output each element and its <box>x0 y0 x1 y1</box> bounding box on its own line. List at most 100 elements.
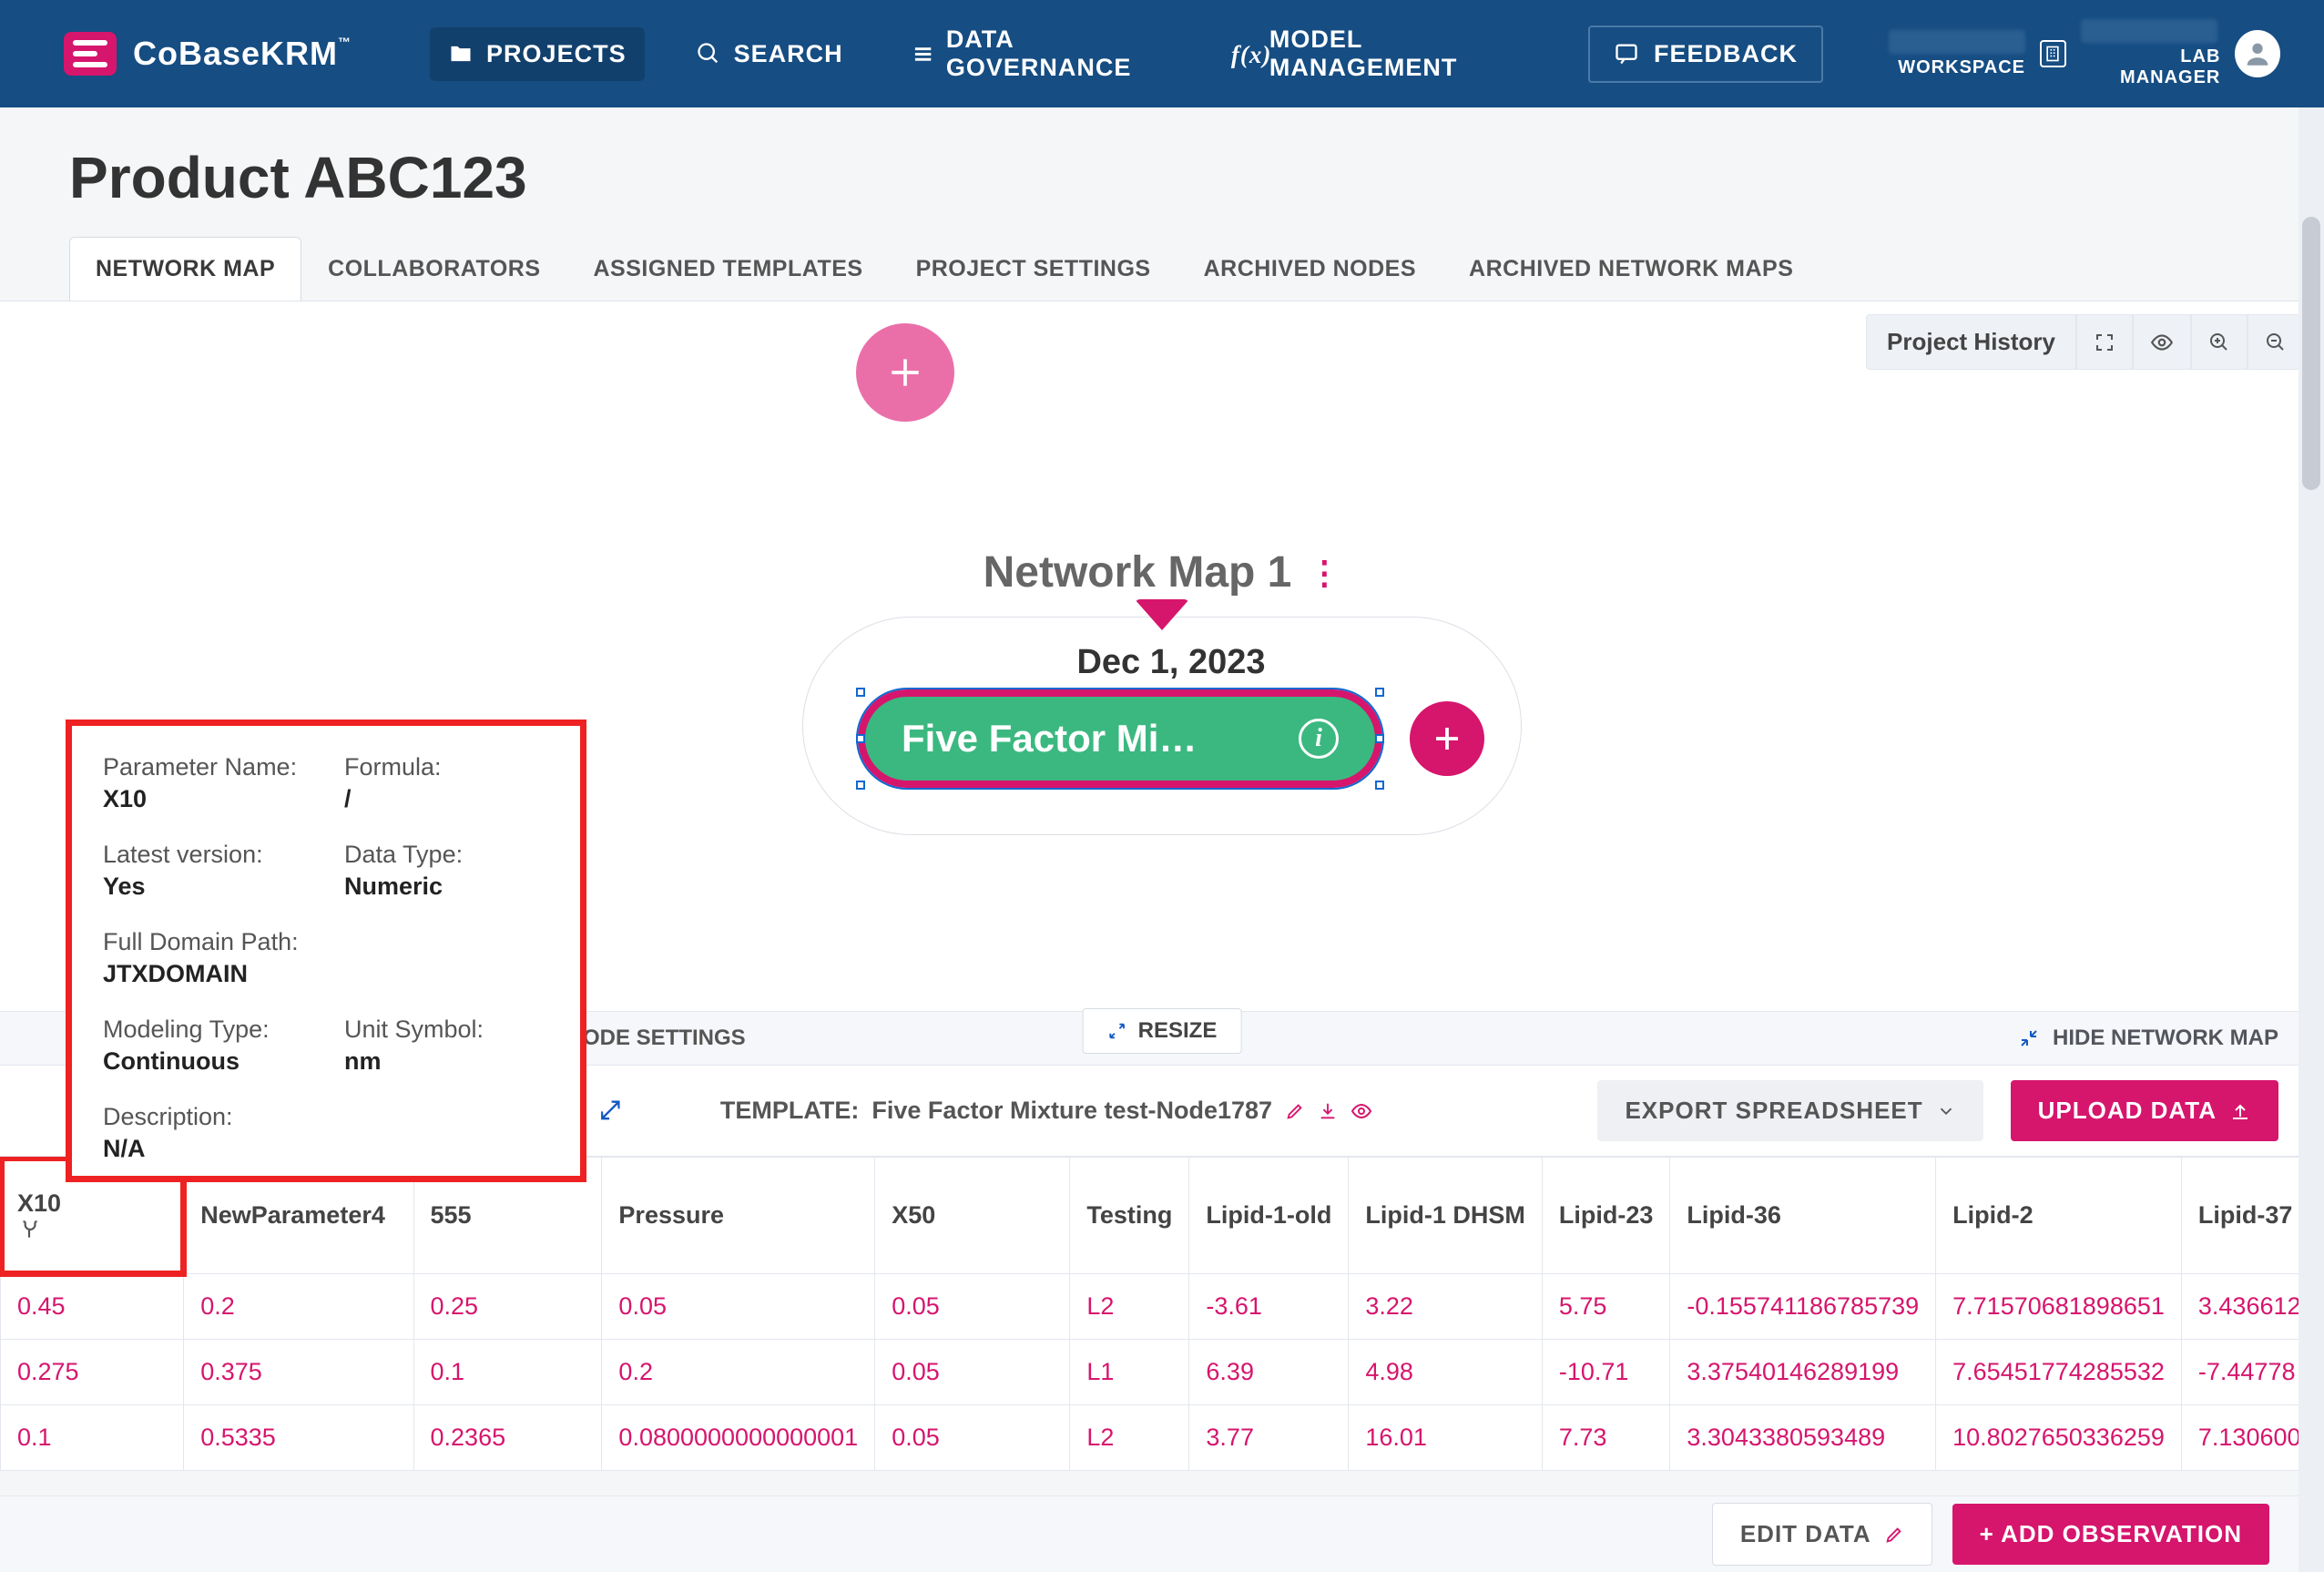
column-header[interactable]: Lipid-2 <box>1936 1158 2182 1274</box>
table-cell[interactable]: 0.5335 <box>184 1405 413 1471</box>
selection-handle[interactable] <box>1375 688 1384 697</box>
table-row[interactable]: 0.2750.3750.10.20.05L16.394.98-10.713.37… <box>1 1340 2324 1405</box>
tooltip-latest-label: Latest version: <box>103 841 308 869</box>
table-cell[interactable]: 0.05 <box>875 1274 1070 1340</box>
visibility-button[interactable] <box>2133 314 2191 370</box>
table-cell[interactable]: 0.25 <box>413 1274 602 1340</box>
selection-handle[interactable] <box>1375 734 1384 743</box>
tooltip-param-name-label: Parameter Name: <box>103 753 308 781</box>
table-cell[interactable]: 3.37540146289199 <box>1670 1340 1936 1405</box>
upload-data-button[interactable]: UPLOAD DATA <box>2011 1080 2278 1141</box>
add-observation-button[interactable]: + ADD OBSERVATION <box>1952 1504 2269 1565</box>
fullscreen-button[interactable] <box>2076 314 2133 370</box>
column-header[interactable]: X50 <box>875 1158 1070 1274</box>
info-icon[interactable]: i <box>1299 719 1339 759</box>
export-spreadsheet-button[interactable]: EXPORT SPREADSHEET <box>1597 1080 1983 1141</box>
nav-search[interactable]: SEARCH <box>678 27 861 81</box>
page-header: Product ABC123 NETWORK MAP COLLABORATORS… <box>0 107 2324 301</box>
edit-template-icon[interactable] <box>1285 1101 1305 1121</box>
building-icon[interactable] <box>2040 40 2066 67</box>
tab-project-settings[interactable]: PROJECT SETTINGS <box>890 237 1177 301</box>
table-cell[interactable]: 3.77 <box>1189 1405 1349 1471</box>
table-cell[interactable]: 0.1 <box>1 1405 184 1471</box>
column-header[interactable]: Lipid-1 DHSM <box>1349 1158 1543 1274</box>
selection-handle[interactable] <box>856 781 865 790</box>
table-cell[interactable]: L2 <box>1070 1274 1189 1340</box>
column-header[interactable]: Lipid-36 <box>1670 1158 1936 1274</box>
table-cell[interactable]: -0.155741186785739 <box>1670 1274 1936 1340</box>
workspace-name-redacted <box>1889 30 2025 54</box>
nav-data-governance[interactable]: DATA GOVERNANCE <box>894 13 1180 95</box>
table-cell[interactable]: 0.1 <box>413 1340 602 1405</box>
avatar[interactable] <box>2235 30 2280 77</box>
column-header[interactable]: Lipid-23 <box>1542 1158 1670 1274</box>
table-cell[interactable]: 4.98 <box>1349 1340 1543 1405</box>
table-cell[interactable]: 6.39 <box>1189 1340 1349 1405</box>
add-node-floating-button[interactable] <box>856 323 954 422</box>
table-row[interactable]: 0.10.53350.23650.08000000000000010.05L23… <box>1 1405 2324 1471</box>
table-cell[interactable]: 7.6545177428553​2 <box>1936 1340 2182 1405</box>
column-header[interactable]: Pressure <box>602 1158 875 1274</box>
table-cell[interactable]: L2 <box>1070 1405 1189 1471</box>
app-logo[interactable]: CoBaseKRM™ <box>64 32 352 76</box>
network-map-title: Network Map 1 ⋮ <box>984 547 1341 597</box>
download-template-icon[interactable] <box>1318 1101 1338 1121</box>
nav-projects[interactable]: PROJECTS <box>430 27 645 81</box>
map-menu-button[interactable]: ⋮ <box>1308 554 1340 592</box>
table-cell[interactable]: 0.05 <box>875 1340 1070 1405</box>
table-cell[interactable]: 0.375 <box>184 1340 413 1405</box>
table-cell[interactable]: -3.61 <box>1189 1274 1349 1340</box>
nav-model-management[interactable]: f(x) MODEL MANAGEMENT <box>1213 13 1523 95</box>
view-template-icon[interactable] <box>1351 1100 1372 1122</box>
expand-icon[interactable]: ⤢ <box>600 1096 620 1126</box>
table-cell[interactable]: 0.0800000000000001 <box>602 1405 875 1471</box>
table-cell[interactable]: 10.8027650336259 <box>1936 1405 2182 1471</box>
node-pill[interactable]: Five Factor Mi… i <box>858 689 1382 788</box>
folder-icon <box>448 41 474 66</box>
project-tabs: NETWORK MAP COLLABORATORS ASSIGNED TEMPL… <box>69 237 2255 301</box>
tab-collaborators[interactable]: COLLABORATORS <box>301 237 566 301</box>
table-cell[interactable]: 7.71570681898651 <box>1936 1274 2182 1340</box>
parameter-tooltip: Parameter Name:X10 Formula:/ Latest vers… <box>66 720 586 1182</box>
column-header[interactable]: Lipid-1-old <box>1189 1158 1349 1274</box>
selection-handle[interactable] <box>856 734 865 743</box>
tab-archived-maps[interactable]: ARCHIVED NETWORK MAPS <box>1442 237 1819 301</box>
table-cell[interactable]: 0.05 <box>602 1274 875 1340</box>
table-cell[interactable]: 7.73 <box>1542 1405 1670 1471</box>
resize-button[interactable]: RESIZE <box>1083 1008 1242 1054</box>
table-cell[interactable]: L1 <box>1070 1340 1189 1405</box>
selection-handle[interactable] <box>856 688 865 697</box>
table-cell[interactable]: 0.275 <box>1 1340 184 1405</box>
user-block[interactable]: LAB MANAGER <box>2081 19 2221 88</box>
table-row[interactable]: 0.450.20.250.050.05L2-3.613.225.75-0.155… <box>1 1274 2324 1340</box>
tab-network-map[interactable]: NETWORK MAP <box>69 237 301 301</box>
tab-assigned-templates[interactable]: ASSIGNED TEMPLATES <box>567 237 890 301</box>
table-cell[interactable]: 0.05 <box>875 1405 1070 1471</box>
hide-network-map-button[interactable]: HIDE NETWORK MAP <box>2018 1026 2278 1051</box>
edit-data-button[interactable]: EDIT DATA <box>1712 1503 1932 1566</box>
node-settings-label: ODE SETTINGS <box>583 1026 746 1051</box>
table-cell[interactable]: 16.01 <box>1349 1405 1543 1471</box>
table-cell[interactable]: 0.45 <box>1 1274 184 1340</box>
caret-down-icon <box>1135 599 1189 630</box>
table-cell[interactable]: 3.22 <box>1349 1274 1543 1340</box>
table-cell[interactable]: 5.75 <box>1542 1274 1670 1340</box>
column-header[interactable]: Testing <box>1070 1158 1189 1274</box>
feedback-button[interactable]: FEEDBACK <box>1588 26 1823 83</box>
selection-handle[interactable] <box>1375 781 1384 790</box>
zoom-out-icon <box>2265 332 2287 353</box>
workspace-block[interactable]: WORKSPACE <box>1889 30 2025 78</box>
table-cell[interactable]: 3.3043380593489 <box>1670 1405 1936 1471</box>
table-cell[interactable]: 0.2 <box>602 1340 875 1405</box>
table-cell[interactable]: 0.2 <box>184 1274 413 1340</box>
scrollbar-thumb[interactable] <box>2302 217 2320 490</box>
zoom-out-button[interactable] <box>2248 314 2304 370</box>
project-history-button[interactable]: Project History <box>1866 314 2076 370</box>
add-child-node-button[interactable] <box>1410 701 1484 776</box>
table-cell[interactable]: 0.2365 <box>413 1405 602 1471</box>
scrollbar-track[interactable] <box>2299 107 2324 1572</box>
tab-archived-nodes[interactable]: ARCHIVED NODES <box>1177 237 1442 301</box>
table-cell[interactable]: -10.71 <box>1542 1340 1670 1405</box>
tooltip-formula-label: Formula: <box>344 753 549 781</box>
zoom-in-button[interactable] <box>2191 314 2248 370</box>
